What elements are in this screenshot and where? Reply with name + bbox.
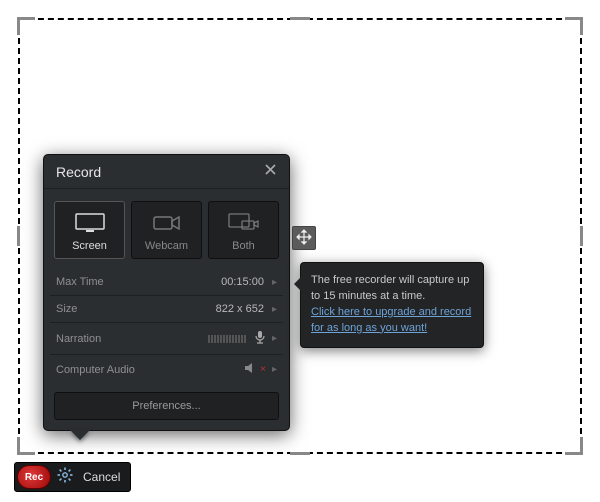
preferences-label: Preferences...	[132, 400, 200, 412]
resize-handle-bl[interactable]	[17, 437, 35, 455]
resize-handle-left[interactable]	[17, 226, 20, 246]
close-icon[interactable]	[264, 163, 277, 180]
preferences-button[interactable]: Preferences...	[54, 392, 279, 420]
microphone-icon	[254, 330, 266, 347]
webcam-icon	[153, 212, 181, 234]
panel-header: Record	[44, 155, 289, 189]
maxtime-value: 00:15:00	[221, 276, 264, 288]
upgrade-link[interactable]: Click here to upgrade and record for as …	[311, 306, 471, 334]
maxtime-label: Max Time	[56, 276, 221, 288]
row-maxtime[interactable]: Max Time 00:15:00 ▸	[50, 269, 283, 295]
resize-handle-top[interactable]	[290, 17, 310, 20]
settings-rows: Max Time 00:15:00 ▸ Size 822 x 652 ▸ Nar…	[44, 269, 289, 392]
muted-indicator: ×	[260, 364, 266, 375]
resize-handle-tl[interactable]	[17, 17, 35, 35]
mode-row: Screen Webcam Both	[44, 189, 289, 269]
tooltip-text: The free recorder will capture up to 15 …	[311, 274, 469, 302]
narration-label: Narration	[56, 333, 208, 345]
move-icon	[296, 229, 312, 248]
move-handle[interactable]	[292, 226, 316, 250]
monitor-icon	[75, 212, 105, 234]
row-narration[interactable]: Narration ▸	[50, 322, 283, 354]
gear-icon[interactable]	[57, 467, 73, 487]
resize-handle-tr[interactable]	[565, 17, 583, 35]
mode-webcam-label: Webcam	[145, 240, 188, 252]
compaudio-label: Computer Audio	[56, 364, 244, 376]
chevron-right-icon: ▸	[272, 364, 277, 375]
size-label: Size	[56, 303, 216, 315]
resize-handle-br[interactable]	[565, 437, 583, 455]
mode-both-label: Both	[232, 240, 255, 252]
chevron-right-icon: ▸	[272, 304, 277, 315]
speaker-icon	[244, 362, 258, 377]
tooltip-pointer	[294, 277, 301, 291]
panel-pointer	[70, 430, 90, 440]
resize-handle-right[interactable]	[580, 226, 583, 246]
both-icon	[228, 212, 260, 234]
bottom-toolbar: Rec Cancel	[14, 462, 131, 492]
mode-webcam[interactable]: Webcam	[131, 201, 202, 259]
mode-both[interactable]: Both	[208, 201, 279, 259]
maxtime-tooltip: The free recorder will capture up to 15 …	[300, 262, 484, 348]
cancel-label: Cancel	[83, 470, 120, 484]
volume-meter	[208, 335, 246, 343]
mode-screen-label: Screen	[72, 240, 107, 252]
size-value: 822 x 652	[216, 303, 264, 315]
mode-screen[interactable]: Screen	[54, 201, 125, 259]
row-computer-audio[interactable]: Computer Audio × ▸	[50, 354, 283, 384]
chevron-right-icon: ▸	[272, 277, 277, 288]
record-label: Rec	[25, 472, 43, 483]
record-button[interactable]: Rec	[17, 465, 51, 489]
record-panel: Record Screen Webcam Both Max Time	[43, 154, 290, 431]
cancel-button[interactable]: Cancel	[79, 468, 124, 486]
resize-handle-bottom[interactable]	[290, 452, 310, 455]
row-size[interactable]: Size 822 x 652 ▸	[50, 295, 283, 322]
chevron-right-icon: ▸	[272, 333, 277, 344]
panel-title: Record	[56, 164, 101, 180]
